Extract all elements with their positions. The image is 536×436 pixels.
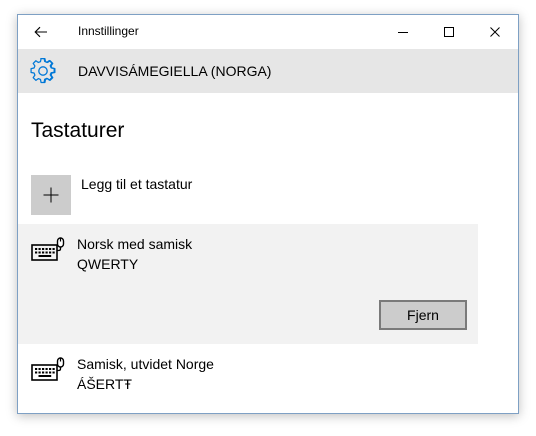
keyboard-layout: ÁŠERTŦ (77, 376, 132, 392)
settings-window: Innstillinger DAVVISÁMEGIELLA (NORGA) Ta… (17, 14, 519, 414)
maximize-icon (444, 27, 454, 37)
section-title: Tastaturer (31, 119, 125, 142)
back-arrow-icon (34, 26, 47, 38)
remove-keyboard-button[interactable]: Fjern (379, 300, 467, 330)
gear-icon (30, 58, 56, 84)
page-header: DAVVISÁMEGIELLA (NORGA) (18, 49, 518, 93)
add-keyboard-tile[interactable] (31, 175, 71, 215)
keyboard-item-norsk-med-samisk[interactable]: Norsk med samisk QWERTY Fjern (18, 224, 478, 344)
back-button[interactable] (30, 21, 52, 43)
page-title: DAVVISÁMEGIELLA (NORGA) (78, 63, 272, 79)
minimize-icon (398, 32, 408, 33)
add-keyboard-button[interactable]: Legg til et tastatur (31, 175, 331, 215)
keyboard-icon (31, 237, 65, 261)
add-keyboard-label: Legg til et tastatur (81, 176, 193, 192)
keyboard-item-samisk-utvidet-norge[interactable]: Samisk, utvidet Norge ÁŠERTŦ (18, 344, 478, 404)
close-icon (490, 27, 500, 37)
plus-icon (43, 187, 59, 203)
keyboard-name: Norsk med samisk (77, 236, 193, 252)
window-title: Innstillinger (78, 24, 139, 38)
close-button[interactable] (476, 18, 514, 46)
keyboard-icon (31, 357, 65, 381)
keyboard-layout: QWERTY (77, 256, 139, 272)
maximize-button[interactable] (430, 18, 468, 46)
title-bar: Innstillinger (18, 15, 518, 49)
minimize-button[interactable] (384, 18, 422, 46)
keyboard-name: Samisk, utvidet Norge (77, 356, 214, 372)
